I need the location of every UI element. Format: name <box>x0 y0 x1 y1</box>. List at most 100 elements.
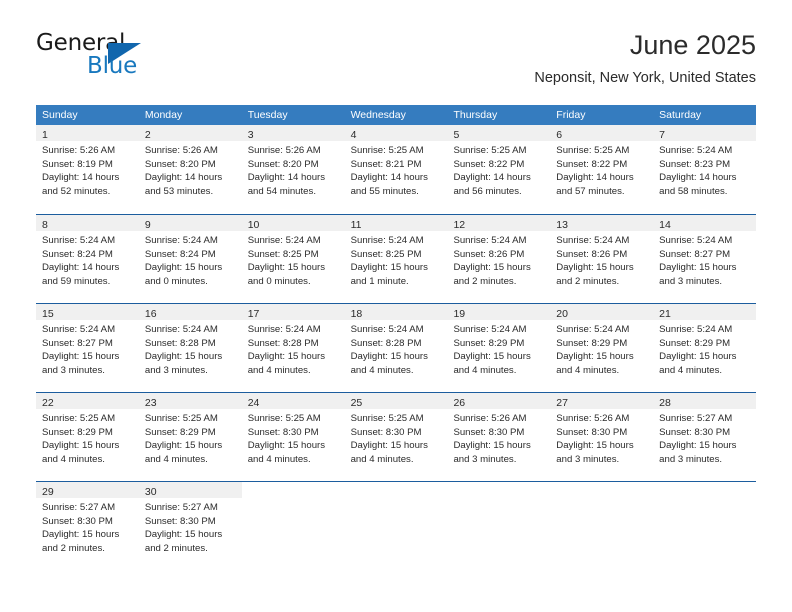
day-number-band: 29 <box>36 482 139 498</box>
day-sun-info: Sunrise: 5:24 AM Sunset: 8:28 PM Daylight:… <box>345 320 448 377</box>
day-sun-info: Sunrise: 5:26 AM Sunset: 8:19 PM Daylight:… <box>36 141 139 198</box>
sunrise-text: Sunrise: 5:26 AM <box>453 413 527 424</box>
daylight-text: Daylight: 15 hours and 3 minutes. <box>659 262 737 287</box>
calendar-day-cell[interactable]: 18 Sunrise: 5:24 AM Sunset: 8:28 PM Dayligh… <box>344 304 448 392</box>
calendar-week-row: 1 Sunrise: 5:26 AM Sunset: 8:19 PM Daylight… <box>36 125 757 214</box>
day-number: 7 <box>659 129 665 141</box>
daylight-text: Daylight: 15 hours and 4 minutes. <box>144 440 223 465</box>
daylight-text: Daylight: 14 hours and 57 minutes. <box>556 172 634 197</box>
sunset-text: Sunset: 8:29 PM <box>42 426 113 438</box>
calendar-day-cell[interactable]: 8 Sunrise: 5:24 AM Sunset: 8:24 PM Daylight… <box>36 215 139 303</box>
calendar-day-cell[interactable]: 6 Sunrise: 5:25 AM Sunset: 8:22 PM Daylight… <box>550 125 654 214</box>
sunset-text: Sunset: 8:21 PM <box>350 158 422 170</box>
day-sun-info: Sunrise: 5:24 AM Sunset: 8:29 PM Daylight:… <box>653 320 756 377</box>
calendar-day-cell[interactable]: 20 Sunrise: 5:24 AM Sunset: 8:29 PM Dayligh… <box>550 304 654 392</box>
calendar-day-cell[interactable]: 19 Sunrise: 5:24 AM Sunset: 8:29 PM Dayligh… <box>447 304 551 392</box>
day-number-band: 27 <box>550 393 654 409</box>
sunset-text: Sunset: 8:23 PM <box>659 158 731 170</box>
daylight-text: Daylight: 15 hours and 2 minutes. <box>556 262 634 287</box>
day-number: 5 <box>453 129 460 141</box>
calendar-week-row: 29 Sunrise: 5:27 AM Sunset: 8:30 PM Dayligh… <box>36 481 757 570</box>
sunset-text: Sunset: 8:30 PM <box>350 426 422 438</box>
daylight-text: Daylight: 15 hours and 0 minutes. <box>247 262 326 287</box>
calendar-day-cell[interactable]: 24 Sunrise: 5:25 AM Sunset: 8:30 PM Dayligh… <box>241 393 345 481</box>
calendar-day-cell[interactable]: 15 Sunrise: 5:24 AM Sunset: 8:27 PM Dayligh… <box>36 304 139 392</box>
sunset-text: Sunset: 8:30 PM <box>42 515 113 527</box>
calendar-day-cell[interactable]: 21 Sunrise: 5:24 AM Sunset: 8:29 PM Dayligh… <box>653 304 757 392</box>
calendar-day-cell[interactable]: 22 Sunrise: 5:25 AM Sunset: 8:29 PM Dayligh… <box>36 393 139 481</box>
day-number: 8 <box>42 219 48 231</box>
calendar-day-cell[interactable]: 23 Sunrise: 5:25 AM Sunset: 8:29 PM Dayligh… <box>138 393 242 481</box>
sunrise-text: Sunrise: 5:24 AM <box>144 235 218 246</box>
sunset-text: Sunset: 8:25 PM <box>247 248 319 260</box>
calendar-day-cell[interactable]: 13 Sunrise: 5:24 AM Sunset: 8:26 PM Dayligh… <box>550 215 654 303</box>
day-number: 2 <box>144 129 151 141</box>
day-number: 16 <box>144 308 157 320</box>
calendar-day-cell[interactable]: 26 Sunrise: 5:26 AM Sunset: 8:30 PM Dayligh… <box>447 393 551 481</box>
day-number: 3 <box>247 129 254 141</box>
daylight-text: Daylight: 15 hours and 3 minutes. <box>42 351 120 376</box>
calendar-day-cell[interactable]: 10 Sunrise: 5:24 AM Sunset: 8:25 PM Dayligh… <box>241 215 345 303</box>
day-number: 4 <box>350 129 357 141</box>
sunset-text: Sunset: 8:30 PM <box>556 426 628 438</box>
calendar-day-cell[interactable]: 1 Sunrise: 5:26 AM Sunset: 8:19 PM Daylight… <box>36 125 139 214</box>
day-number-band: 22 <box>36 393 139 409</box>
day-number-band: 13 <box>550 215 654 231</box>
day-sun-info: Sunrise: 5:24 AM Sunset: 8:25 PM Daylight:… <box>345 231 448 288</box>
location-subtitle: Neponsit, New York, United States <box>534 70 756 86</box>
day-number-band: 6 <box>550 125 654 141</box>
sunset-text: Sunset: 8:29 PM <box>556 337 628 349</box>
day-number: 17 <box>247 308 260 320</box>
day-number: 29 <box>42 486 54 498</box>
day-sun-info: Sunrise: 5:24 AM Sunset: 8:26 PM Daylight:… <box>550 231 653 288</box>
day-number-band: 5 <box>447 125 551 141</box>
calendar-day-cell-empty <box>241 482 345 570</box>
daylight-text: Daylight: 15 hours and 4 minutes. <box>247 351 326 376</box>
calendar-day-cell[interactable]: 29 Sunrise: 5:27 AM Sunset: 8:30 PM Dayligh… <box>36 482 139 570</box>
sunrise-text: Sunrise: 5:25 AM <box>350 145 424 156</box>
daylight-text: Daylight: 14 hours and 59 minutes. <box>42 262 120 287</box>
day-number-band: 9 <box>138 215 242 231</box>
calendar-day-cell[interactable]: 16 Sunrise: 5:24 AM Sunset: 8:28 PM Dayligh… <box>138 304 242 392</box>
sunset-text: Sunset: 8:20 PM <box>144 158 216 170</box>
day-number: 20 <box>556 308 568 320</box>
calendar-day-cell[interactable]: 3 Sunrise: 5:26 AM Sunset: 8:20 PM Daylight… <box>241 125 345 214</box>
day-number-band <box>550 482 654 498</box>
calendar-day-cell[interactable]: 28 Sunrise: 5:27 AM Sunset: 8:30 PM Dayligh… <box>653 393 757 481</box>
sunrise-text: Sunrise: 5:26 AM <box>42 145 116 156</box>
weekday-header-monday: Monday <box>144 109 183 121</box>
day-number-band: 7 <box>653 125 757 141</box>
day-number-band: 10 <box>241 215 345 231</box>
day-sun-info: Sunrise: 5:25 AM Sunset: 8:30 PM Daylight:… <box>242 409 345 466</box>
calendar-day-cell[interactable]: 9 Sunrise: 5:24 AM Sunset: 8:24 PM Daylight… <box>138 215 242 303</box>
day-sun-info: Sunrise: 5:25 AM Sunset: 8:30 PM Daylight:… <box>345 409 448 466</box>
day-sun-info: Sunrise: 5:24 AM Sunset: 8:26 PM Daylight:… <box>447 231 550 288</box>
day-number-band: 24 <box>241 393 345 409</box>
daylight-text: Daylight: 14 hours and 58 minutes. <box>659 172 737 197</box>
day-sun-info: Sunrise: 5:24 AM Sunset: 8:27 PM Daylight:… <box>653 231 756 288</box>
page-title: June 2025 <box>629 30 756 60</box>
daylight-text: Daylight: 15 hours and 4 minutes. <box>350 351 428 376</box>
calendar-day-cell[interactable]: 25 Sunrise: 5:25 AM Sunset: 8:30 PM Dayligh… <box>344 393 448 481</box>
generalblue-logo[interactable]: General Blue <box>36 30 266 86</box>
sunset-text: Sunset: 8:30 PM <box>453 426 525 438</box>
day-number: 6 <box>556 129 563 141</box>
sunrise-text: Sunrise: 5:24 AM <box>350 235 424 246</box>
day-sun-info: Sunrise: 5:25 AM Sunset: 8:22 PM Daylight:… <box>550 141 653 198</box>
calendar-week-row: 22 Sunrise: 5:25 AM Sunset: 8:29 PM Dayligh… <box>36 392 757 481</box>
daylight-text: Daylight: 15 hours and 4 minutes. <box>42 440 120 465</box>
calendar-day-cell[interactable]: 5 Sunrise: 5:25 AM Sunset: 8:22 PM Daylight… <box>447 125 551 214</box>
calendar-day-cell[interactable]: 17 Sunrise: 5:24 AM Sunset: 8:28 PM Dayligh… <box>241 304 345 392</box>
calendar-day-cell[interactable]: 4 Sunrise: 5:25 AM Sunset: 8:21 PM Daylight… <box>344 125 448 214</box>
calendar-day-cell[interactable]: 27 Sunrise: 5:26 AM Sunset: 8:30 PM Dayligh… <box>550 393 654 481</box>
sunrise-text: Sunrise: 5:25 AM <box>42 413 116 424</box>
day-number: 28 <box>659 397 671 409</box>
calendar-day-cell[interactable]: 14 Sunrise: 5:24 AM Sunset: 8:27 PM Dayligh… <box>653 215 757 303</box>
day-number-band: 3 <box>241 125 345 141</box>
calendar-day-cell[interactable]: 7 Sunrise: 5:24 AM Sunset: 8:23 PM Daylight… <box>653 125 757 214</box>
calendar-day-cell[interactable]: 2 Sunrise: 5:26 AM Sunset: 8:20 PM Daylight… <box>138 125 242 214</box>
calendar-day-cell[interactable]: 30 Sunrise: 5:27 AM Sunset: 8:30 PM Dayligh… <box>138 482 242 570</box>
calendar-day-cell[interactable]: 11 Sunrise: 5:24 AM Sunset: 8:25 PM Dayligh… <box>344 215 448 303</box>
sunrise-text: Sunrise: 5:27 AM <box>659 413 733 424</box>
calendar-day-cell[interactable]: 12 Sunrise: 5:24 AM Sunset: 8:26 PM Dayligh… <box>447 215 551 303</box>
